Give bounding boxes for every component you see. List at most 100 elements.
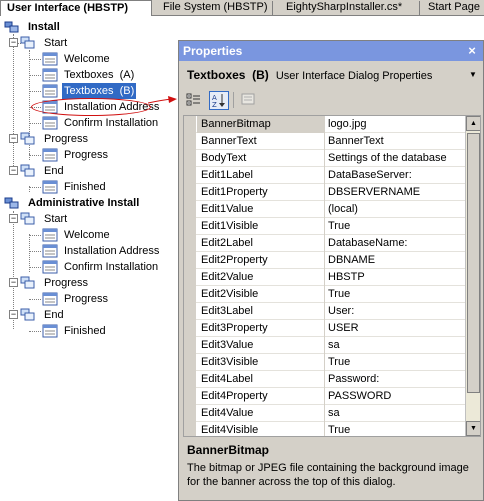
object-type: User Interface Dialog Properties: [275, 70, 433, 82]
property-grid-scrollbar[interactable]: ▲ ▼: [465, 116, 480, 436]
property-value[interactable]: DBSERVERNAME: [325, 184, 466, 201]
property-value[interactable]: logo.jpg: [325, 116, 466, 133]
property-row[interactable]: BannerText BannerText: [184, 133, 466, 150]
dialog-icon: [42, 148, 58, 162]
property-row[interactable]: Edit2Property DBNAME: [184, 252, 466, 269]
property-row[interactable]: Edit1Visible True: [184, 218, 466, 235]
tab-start-page[interactable]: Start Page: [422, 0, 484, 16]
property-name: Edit1Value: [197, 201, 325, 218]
tree-line: [29, 267, 41, 268]
annotation-ellipse: [31, 98, 151, 116]
description-text: The bitmap or JPEG file containing the b…: [187, 462, 469, 488]
collapse-icon[interactable]: −: [9, 214, 18, 223]
property-name: Edit3Property: [197, 320, 325, 337]
property-value[interactable]: True: [325, 354, 466, 371]
property-row[interactable]: Edit3Label User:: [184, 303, 466, 320]
install-icon: [4, 21, 19, 33]
property-row-margin: [184, 337, 196, 354]
dialog-group-icon: [20, 36, 35, 49]
property-value[interactable]: BannerText: [325, 133, 466, 150]
collapse-icon[interactable]: −: [9, 166, 18, 175]
collapse-icon[interactable]: −: [9, 278, 18, 287]
property-name: Edit4Label: [197, 371, 325, 388]
property-value[interactable]: (local): [325, 201, 466, 218]
property-value[interactable]: DataBaseServer:: [325, 167, 466, 184]
property-row[interactable]: Edit2Visible True: [184, 286, 466, 303]
tab-user-interface[interactable]: User Interface (HBSTP): [0, 0, 152, 17]
property-value[interactable]: USER: [325, 320, 466, 337]
collapse-icon[interactable]: −: [9, 38, 18, 47]
property-row-margin: [184, 269, 196, 286]
property-value[interactable]: User:: [325, 303, 466, 320]
property-name: Edit4Property: [197, 388, 325, 405]
property-row[interactable]: Edit3Property USER: [184, 320, 466, 337]
property-row[interactable]: Edit1Value (local): [184, 201, 466, 218]
collapse-icon[interactable]: −: [9, 134, 18, 143]
alphabetical-button[interactable]: A Z: [209, 91, 229, 110]
property-value[interactable]: Password:: [325, 371, 466, 388]
property-name: BannerBitmap: [197, 116, 325, 133]
categorized-button[interactable]: [185, 91, 205, 110]
tab-installer-cs[interactable]: EightySharpInstaller.cs*: [280, 0, 416, 16]
scroll-thumb[interactable]: [467, 133, 480, 393]
collapse-icon[interactable]: −: [9, 310, 18, 319]
property-row-margin: [184, 167, 196, 184]
property-value[interactable]: sa: [325, 337, 466, 354]
property-name: Edit3Visible: [197, 354, 325, 371]
property-value[interactable]: True: [325, 218, 466, 235]
scroll-up-icon[interactable]: ▲: [466, 116, 480, 131]
dialog-icon: [42, 228, 58, 242]
toolbar-separator: [233, 92, 234, 108]
annotation-arrow-icon: [148, 96, 177, 104]
property-value[interactable]: PASSWORD: [325, 388, 466, 405]
property-pages-button[interactable]: [239, 91, 259, 110]
chevron-down-icon[interactable]: ▼: [467, 65, 479, 85]
property-row[interactable]: BannerBitmap logo.jpg: [184, 116, 466, 133]
tree-line: [29, 299, 41, 300]
dialog-icon: [42, 68, 58, 82]
tree-line: [29, 235, 41, 236]
property-row[interactable]: BodyText Settings of the database: [184, 150, 466, 167]
property-row-margin: [184, 388, 196, 405]
property-row[interactable]: Edit4Visible True: [184, 422, 466, 436]
property-value[interactable]: HBSTP: [325, 269, 466, 286]
property-value[interactable]: DatabaseName:: [325, 235, 466, 252]
close-icon[interactable]: ×: [465, 41, 479, 61]
dialog-icon: [42, 260, 58, 274]
property-value[interactable]: True: [325, 422, 466, 436]
property-row[interactable]: Edit1Label DataBaseServer:: [184, 167, 466, 184]
property-row[interactable]: Edit4Property PASSWORD: [184, 388, 466, 405]
properties-title-bar[interactable]: Properties ×: [179, 41, 483, 61]
dialog-group-icon: [20, 164, 35, 177]
property-row-margin: [184, 133, 196, 150]
property-value[interactable]: DBNAME: [325, 252, 466, 269]
property-name: Edit4Value: [197, 405, 325, 422]
property-value[interactable]: sa: [325, 405, 466, 422]
property-row[interactable]: Edit1Property DBSERVERNAME: [184, 184, 466, 201]
property-row[interactable]: Edit3Value sa: [184, 337, 466, 354]
property-row-margin: [184, 405, 196, 422]
property-row[interactable]: Edit3Visible True: [184, 354, 466, 371]
property-row[interactable]: Edit4Value sa: [184, 405, 466, 422]
object-selector[interactable]: Textboxes (B) User Interface Dialog Prop…: [183, 65, 481, 85]
property-row-margin: [184, 354, 196, 371]
scroll-down-icon[interactable]: ▼: [466, 421, 480, 436]
dialog-group-icon: [20, 132, 35, 145]
property-row-margin: [184, 116, 196, 133]
property-name: Edit2Value: [197, 269, 325, 286]
tab-file-system[interactable]: File System (HBSTP): [157, 0, 268, 16]
dialog-group-icon: [20, 308, 35, 321]
property-row[interactable]: Edit2Label DatabaseName:: [184, 235, 466, 252]
property-name: BodyText: [197, 150, 325, 167]
property-name: Edit3Value: [197, 337, 325, 354]
property-row-margin: [184, 371, 196, 388]
property-name: BannerText: [197, 133, 325, 150]
property-row[interactable]: Edit2Value HBSTP: [184, 269, 466, 286]
tree-line: [29, 75, 41, 76]
property-row[interactable]: Edit4Label Password:: [184, 371, 466, 388]
property-value[interactable]: Settings of the database: [325, 150, 466, 167]
tree-line: [29, 123, 41, 124]
property-value[interactable]: True: [325, 286, 466, 303]
dialog-icon: [42, 52, 58, 66]
description-pane: BannerBitmap The bitmap or JPEG file con…: [183, 439, 481, 497]
